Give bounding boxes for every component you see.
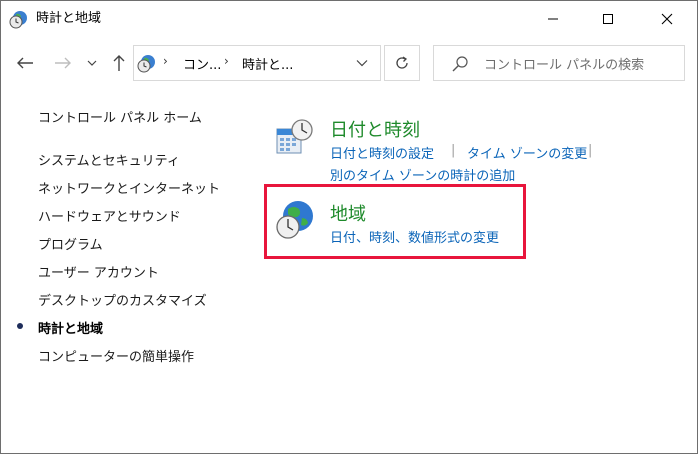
minimize-button[interactable] [530,0,576,38]
close-button[interactable] [644,0,690,38]
address-dropdown-button[interactable] [352,55,372,71]
chevron-down-icon [356,60,368,67]
maximize-button[interactable] [585,0,631,38]
breadcrumb-clock-region[interactable]: 時計と... [242,54,293,73]
arrow-left-icon [17,57,33,69]
sidebar-item-system-security[interactable]: システムとセキュリティ [38,150,180,169]
refresh-icon [396,56,408,69]
refresh-button[interactable] [384,45,420,81]
sidebar-item-ease-of-access[interactable]: コンピューターの簡単操作 [38,346,194,365]
sidebar-item-appearance[interactable]: デスクトップのカスタマイズ [38,290,207,309]
highlight-box [264,184,526,259]
search-input[interactable]: コントロール パネルの検索 [433,45,685,81]
breadcrumb-control-panel[interactable]: コン... [183,54,221,73]
link-divider: | [588,143,593,158]
search-icon [452,56,468,72]
link-change-time-zone[interactable]: タイム ゾーンの変更 [467,143,587,162]
address-bar[interactable]: › コン... › 時計と... [133,45,381,81]
arrow-up-icon [113,55,125,71]
close-icon [661,13,673,25]
link-set-date-time[interactable]: 日付と時刻の設定 [330,143,434,162]
sidebar-item-user-accounts[interactable]: ユーザー アカウント [38,262,159,281]
link-divider: | [451,143,456,158]
forward-button[interactable] [50,50,76,76]
sidebar-item-control-panel-home[interactable]: コントロール パネル ホーム [38,107,202,126]
link-add-clocks[interactable]: 別のタイム ゾーンの時計の追加 [330,165,515,184]
breadcrumb-separator[interactable]: › [163,54,168,68]
breadcrumb-separator[interactable]: › [224,54,229,68]
sidebar-item-programs[interactable]: プログラム [38,234,103,253]
current-item-bullet [17,323,23,329]
window-title: 時計と地域 [36,11,102,26]
maximize-icon [603,14,613,24]
up-button[interactable] [106,50,132,76]
sidebar-item-clock-region[interactable]: 時計と地域 [38,318,103,337]
recent-locations-button[interactable] [82,50,102,76]
minimize-icon [548,18,558,20]
globe-clock-icon [137,55,155,73]
title-bar: 時計と地域 [0,0,698,38]
sidebar-item-network-internet[interactable]: ネットワークとインターネット [38,178,220,197]
arrow-right-icon [55,57,71,69]
sidebar-item-hardware-sound[interactable]: ハードウェアとサウンド [38,206,181,225]
category-title-date-time[interactable]: 日付と時刻 [330,116,420,142]
chevron-down-icon [87,60,97,66]
back-button[interactable] [12,50,38,76]
calendar-clock-icon[interactable] [275,117,315,157]
search-placeholder: コントロール パネルの検索 [484,58,645,73]
globe-clock-icon [9,11,27,29]
